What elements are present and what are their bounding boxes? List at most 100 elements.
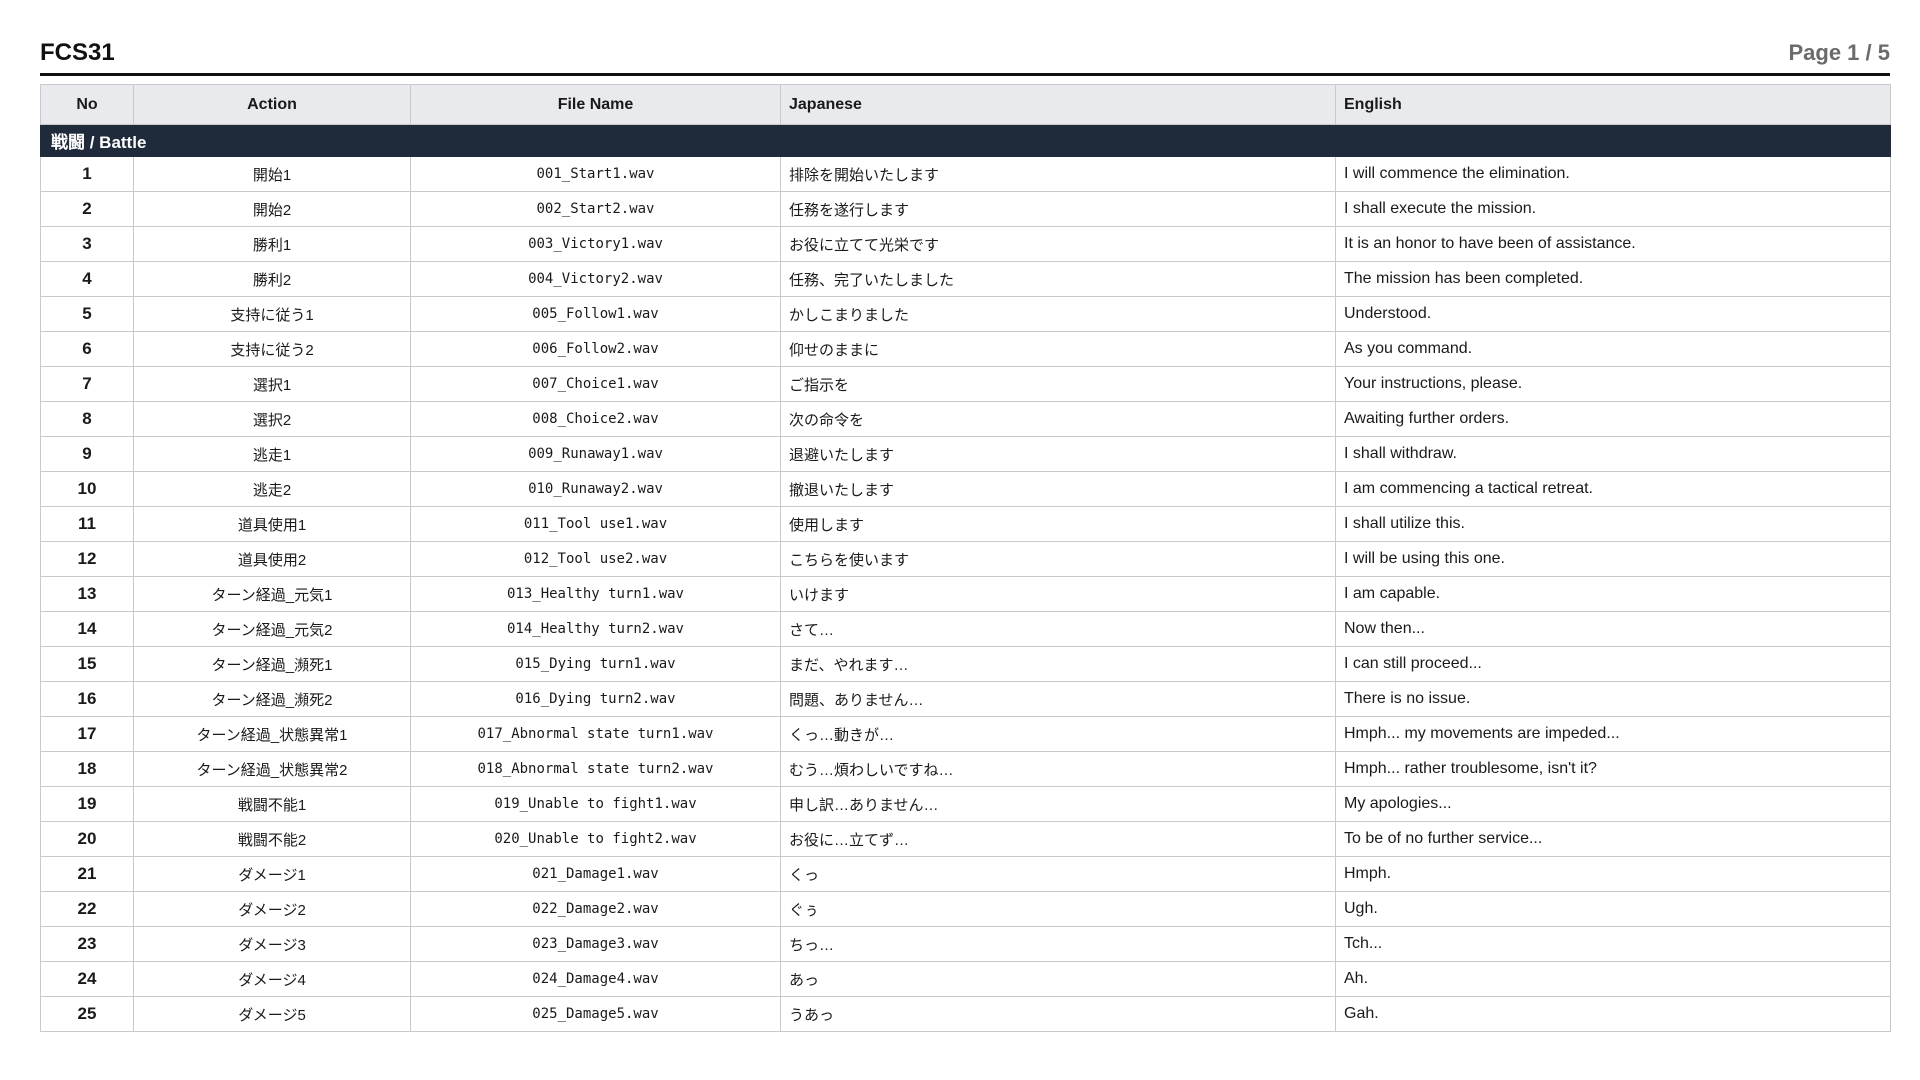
row-action: 道具使用2 (133, 541, 411, 577)
table-row: 24 ダメージ4 024_Damage4.wav あっ Ah. (40, 961, 1891, 997)
page-header: FCS31 Page 1 / 5 (40, 36, 1890, 76)
column-header-japanese: Japanese (780, 84, 1336, 125)
row-japanese-line: お役に立てて光栄です (780, 226, 1336, 262)
row-english-line: Ah. (1335, 961, 1891, 997)
row-japanese-line: ご指示を (780, 366, 1336, 402)
row-action: ターン経過_状態異常1 (133, 716, 411, 752)
table-row: 5 支持に従う1 005_Follow1.wav かしこまりました Understood… (40, 296, 1891, 332)
row-english-line: I am commencing a tactical retreat. (1335, 471, 1891, 507)
table-row: 7 選択1 007_Choice1.wav ご指示を Your instructions… (40, 366, 1891, 402)
row-english-line: I am capable. (1335, 576, 1891, 612)
row-english-line: Tch... (1335, 926, 1891, 962)
row-english-line: My apologies... (1335, 786, 1891, 822)
row-english-line: Understood. (1335, 296, 1891, 332)
table-row: 16 ターン経過_瀕死2 016_Dying turn2.wav 問題、ありません… T… (40, 681, 1891, 717)
row-file-name: 004_Victory2.wav (410, 261, 781, 297)
row-action: 戦闘不能1 (133, 786, 411, 822)
row-number: 23 (40, 926, 134, 962)
row-file-name: 006_Follow2.wav (410, 331, 781, 367)
row-english-line: It is an honor to have been of assistanc… (1335, 226, 1891, 262)
row-japanese-line: 撤退いたします (780, 471, 1336, 507)
row-number: 10 (40, 471, 134, 507)
row-number: 9 (40, 436, 134, 472)
row-file-name: 012_Tool use2.wav (410, 541, 781, 577)
row-number: 18 (40, 751, 134, 787)
row-action: 選択1 (133, 366, 411, 402)
section-header-row: 戦闘 / Battle (40, 124, 1891, 157)
row-action: ダメージ2 (133, 891, 411, 927)
row-file-name: 013_Healthy turn1.wav (410, 576, 781, 612)
row-japanese-line: 次の命令を (780, 401, 1336, 437)
row-english-line: Hmph. (1335, 856, 1891, 892)
row-number: 24 (40, 961, 134, 997)
row-action: ターン経過_状態異常2 (133, 751, 411, 787)
row-file-name: 021_Damage1.wav (410, 856, 781, 892)
row-number: 21 (40, 856, 134, 892)
row-action: 戦闘不能2 (133, 821, 411, 857)
row-action: ダメージ1 (133, 856, 411, 892)
row-japanese-line: 使用します (780, 506, 1336, 542)
row-action: ターン経過_元気1 (133, 576, 411, 612)
row-file-name: 009_Runaway1.wav (410, 436, 781, 472)
row-file-name: 014_Healthy turn2.wav (410, 611, 781, 647)
row-english-line: As you command. (1335, 331, 1891, 367)
row-file-name: 017_Abnormal state turn1.wav (410, 716, 781, 752)
row-number: 7 (40, 366, 134, 402)
row-action: 勝利1 (133, 226, 411, 262)
table-row: 6 支持に従う2 006_Follow2.wav 仰せのままに As you comma… (40, 331, 1891, 367)
row-english-line: Your instructions, please. (1335, 366, 1891, 402)
table-row: 17 ターン経過_状態異常1 017_Abnormal state turn1.wa… (40, 716, 1891, 752)
row-number: 11 (40, 506, 134, 542)
row-file-name: 003_Victory1.wav (410, 226, 781, 262)
voice-lines-table: No Action File Name Japanese English 戦闘 … (40, 84, 1891, 1032)
row-action: 勝利2 (133, 261, 411, 297)
row-japanese-line: 申し訳…ありません… (780, 786, 1336, 822)
table-row: 25 ダメージ5 025_Damage5.wav うあっ Gah. (40, 996, 1891, 1032)
row-japanese-line: いけます (780, 576, 1336, 612)
table-row: 8 選択2 008_Choice2.wav 次の命令を Awaiting further… (40, 401, 1891, 437)
row-english-line: Awaiting further orders. (1335, 401, 1891, 437)
row-action: 道具使用1 (133, 506, 411, 542)
table-row: 1 開始1 001_Start1.wav 排除を開始いたします I will comme… (40, 156, 1891, 192)
row-japanese-line: むう…煩わしいですね… (780, 751, 1336, 787)
table-row: 10 逃走2 010_Runaway2.wav 撤退いたします I am commenc… (40, 471, 1891, 507)
row-action: 支持に従う2 (133, 331, 411, 367)
row-file-name: 025_Damage5.wav (410, 996, 781, 1032)
row-japanese-line: 問題、ありません… (780, 681, 1336, 717)
row-number: 20 (40, 821, 134, 857)
row-file-name: 001_Start1.wav (410, 156, 781, 192)
row-japanese-line: まだ、やれます… (780, 646, 1336, 682)
row-number: 2 (40, 191, 134, 227)
row-action: 逃走2 (133, 471, 411, 507)
row-english-line: Hmph... rather troublesome, isn't it? (1335, 751, 1891, 787)
row-number: 4 (40, 261, 134, 297)
row-number: 22 (40, 891, 134, 927)
row-file-name: 016_Dying turn2.wav (410, 681, 781, 717)
row-action: 開始1 (133, 156, 411, 192)
table-row: 12 道具使用2 012_Tool use2.wav こちらを使います I will b… (40, 541, 1891, 577)
table-row: 13 ターン経過_元気1 013_Healthy turn1.wav いけます I am… (40, 576, 1891, 612)
document-page: FCS31 Page 1 / 5 No Action File Name Jap… (40, 36, 1891, 1032)
row-japanese-line: 任務、完了いたしました (780, 261, 1336, 297)
row-action: ターン経過_瀕死2 (133, 681, 411, 717)
row-action: ターン経過_元気2 (133, 611, 411, 647)
row-japanese-line: お役に…立てず… (780, 821, 1336, 857)
row-action: 支持に従う1 (133, 296, 411, 332)
row-file-name: 022_Damage2.wav (410, 891, 781, 927)
row-action: ダメージ5 (133, 996, 411, 1032)
table-row: 14 ターン経過_元気2 014_Healthy turn2.wav さて… Now t… (40, 611, 1891, 647)
table-row: 18 ターン経過_状態異常2 018_Abnormal state turn2.wa… (40, 751, 1891, 787)
table-body: 戦闘 / Battle 1 開始1 001_Start1.wav 排除を開始いたします… (40, 124, 1891, 1032)
row-file-name: 018_Abnormal state turn2.wav (410, 751, 781, 787)
row-english-line: Ugh. (1335, 891, 1891, 927)
table-row: 20 戦闘不能2 020_Unable to fight2.wav お役に…立てず… T… (40, 821, 1891, 857)
column-header-english: English (1335, 84, 1891, 125)
row-file-name: 002_Start2.wav (410, 191, 781, 227)
row-japanese-line: 排除を開始いたします (780, 156, 1336, 192)
row-english-line: I will be using this one. (1335, 541, 1891, 577)
table-row: 4 勝利2 004_Victory2.wav 任務、完了いたしました The missi… (40, 261, 1891, 297)
row-japanese-line: こちらを使います (780, 541, 1336, 577)
row-english-line: The mission has been completed. (1335, 261, 1891, 297)
column-header-action: Action (133, 84, 411, 125)
row-japanese-line: さて… (780, 611, 1336, 647)
